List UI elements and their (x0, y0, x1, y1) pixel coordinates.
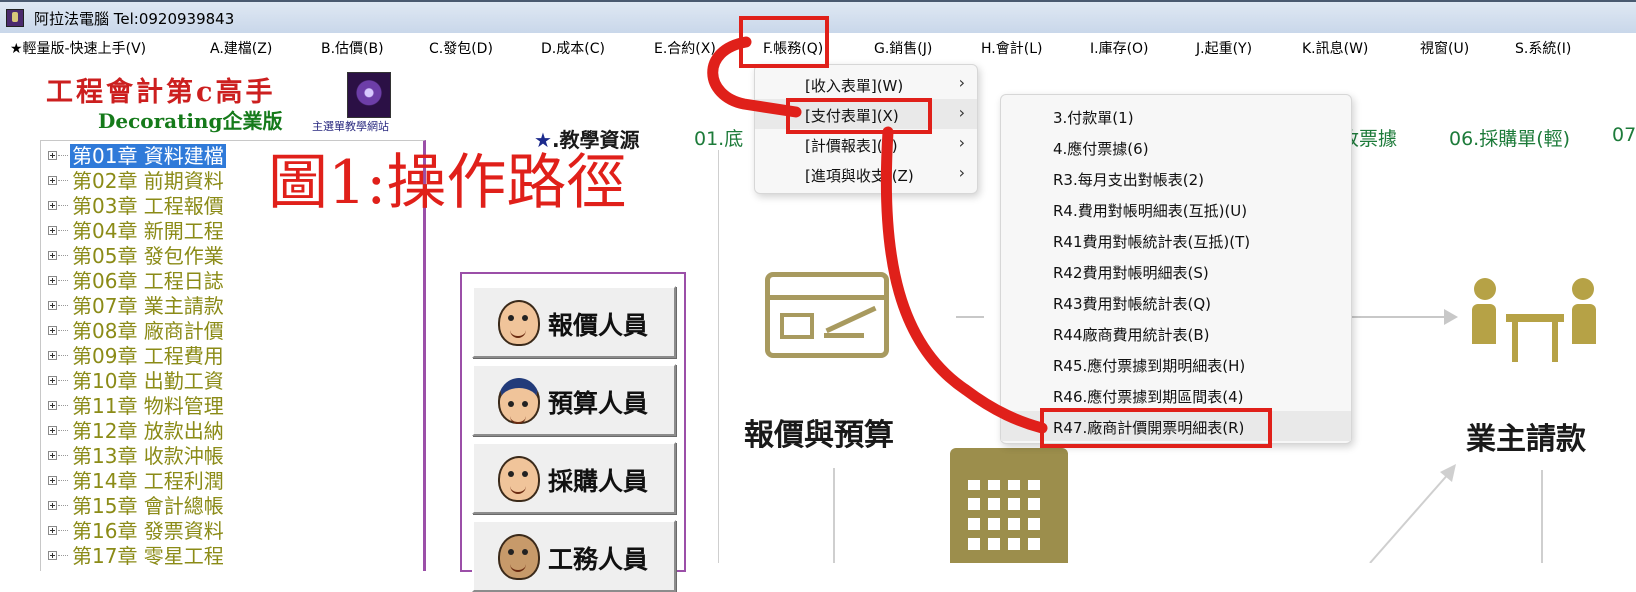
chevron-right-icon: › (958, 163, 965, 182)
submenu-item-label: R3.每月支出對帳表(2) (1053, 171, 1204, 189)
menu-item-label: [收入表單](W) (805, 77, 904, 95)
submenu-item-r3[interactable]: R3.每月支出對帳表(2) (1001, 163, 1351, 193)
submenu-item-label: R4.費用對帳明細表(互抵)(U) (1053, 202, 1248, 220)
submenu-item-label: 4.應付票據(6) (1053, 140, 1149, 158)
chevron-right-icon: › (958, 73, 965, 92)
chevron-right-icon: › (958, 103, 965, 122)
menu-item-label: [進項與收支](Z) (805, 167, 914, 185)
menu-item-income-forms[interactable]: [收入表單](W) › (755, 69, 977, 99)
payment-forms-submenu: 3.付款單(1) 4.應付票據(6) R3.每月支出對帳表(2) R4.費用對帳… (1000, 94, 1352, 444)
submenu-item-label: R41費用對帳統計表(互抵)(T) (1053, 233, 1251, 251)
submenu-item-r41[interactable]: R41費用對帳統計表(互抵)(T) (1001, 225, 1351, 255)
submenu-item-label: R46.應付票據到期區間表(4) (1053, 388, 1244, 406)
flow-line (1369, 471, 1451, 563)
submenu-item-r42[interactable]: R42費用對帳明細表(S) (1001, 256, 1351, 286)
menu-item-income-expense[interactable]: [進項與收支](Z) › (755, 159, 977, 189)
submenu-item-label: R45.應付票據到期明細表(H) (1053, 357, 1246, 375)
submenu-item-payment-voucher[interactable]: 3.付款單(1) (1001, 101, 1351, 131)
highlight-box-accounts-menu (739, 16, 829, 68)
submenu-item-r45[interactable]: R45.應付票據到期明細表(H) (1001, 349, 1351, 379)
menu-item-label: [計價報表](Y) (805, 137, 898, 155)
highlight-box-r47 (1040, 408, 1272, 448)
highlight-box-payment-forms (786, 98, 932, 134)
submenu-item-payable-notes[interactable]: 4.應付票據(6) (1001, 132, 1351, 162)
submenu-item-label: 3.付款單(1) (1053, 109, 1134, 127)
submenu-item-r46[interactable]: R46.應付票據到期區間表(4) (1001, 380, 1351, 410)
submenu-item-r4[interactable]: R4.費用對帳明細表(互抵)(U) (1001, 194, 1351, 224)
submenu-item-label: R42費用對帳明細表(S) (1053, 264, 1209, 282)
submenu-item-label: R44廠商費用統計表(B) (1053, 326, 1210, 344)
chevron-right-icon: › (958, 133, 965, 152)
submenu-item-r44[interactable]: R44廠商費用統計表(B) (1001, 318, 1351, 348)
submenu-item-r43[interactable]: R43費用對帳統計表(Q) (1001, 287, 1351, 317)
submenu-item-label: R43費用對帳統計表(Q) (1053, 295, 1212, 313)
